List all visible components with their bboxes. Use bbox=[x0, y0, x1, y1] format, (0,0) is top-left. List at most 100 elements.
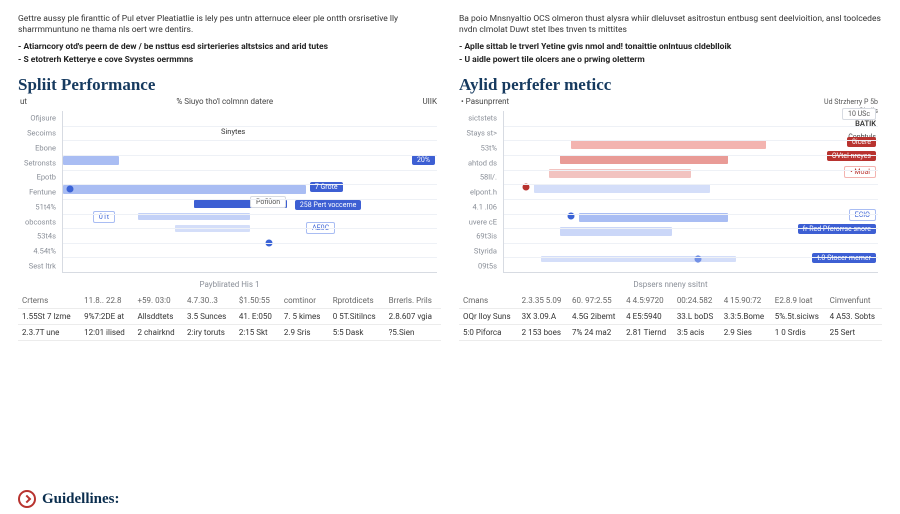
guidelines-row: Guidellines: bbox=[18, 490, 120, 508]
dot-fentune bbox=[67, 186, 74, 193]
y-axis-label: 69t3is bbox=[459, 232, 497, 241]
table-header: +59. 03:0 bbox=[134, 293, 183, 309]
left-chart-title: Spliit Performance bbox=[18, 75, 441, 95]
right-chart: • Pasunprrent Ud Strzherry P 5b Oltylis … bbox=[459, 97, 882, 287]
y-axis-label: 09t5s bbox=[459, 261, 497, 270]
table-cell: 12:01 ilised bbox=[80, 325, 133, 341]
table-cell: 7% 24 ma2 bbox=[568, 325, 622, 341]
tag-ocere: 0icere bbox=[847, 137, 876, 147]
y-axis-label: Ebone bbox=[18, 143, 56, 152]
table-cell: 2:15 Skt bbox=[235, 325, 280, 341]
table-header: Cimvenfunt bbox=[826, 293, 882, 309]
right-top-right-1: Ud Strzherry P 5b bbox=[824, 98, 878, 106]
table-header: 00:24.582 bbox=[673, 293, 720, 309]
left-column: Gettre aussy ple firanttic of Pul etver … bbox=[18, 14, 441, 341]
right-chart-title: Aylid perfefer meticc bbox=[459, 75, 882, 95]
table-cell: 0 5T.Sitilncs bbox=[329, 309, 385, 325]
table-cell: 5:0 Piforca bbox=[459, 325, 518, 341]
tag-vtel: OVtel nreyes bbox=[827, 151, 876, 161]
table-cell: 4.5G 2ibemt bbox=[568, 309, 622, 325]
y-axis-label: 51t4% bbox=[18, 202, 56, 211]
table-cell: 2 chairknd bbox=[134, 325, 183, 341]
table-row: 1.55St 7 lzme9%7:2DE atAllsddtets3.5 Sun… bbox=[18, 309, 441, 325]
right-table: Cmans2.3.35 5.0960. 97:2.554 4.5:972000:… bbox=[459, 293, 882, 341]
y-axis-label: 58ll/. bbox=[459, 173, 497, 182]
left-intro-text: Gettre aussy ple firanttic of Pul etver … bbox=[18, 14, 441, 36]
left-table: Crterns11.8.. 22.8+59. 03:04.7.30..3$1.5… bbox=[18, 293, 441, 341]
table-header: Crterns bbox=[18, 293, 80, 309]
bar-setronsts bbox=[63, 156, 119, 165]
table-header: $1.50:55 bbox=[235, 293, 280, 309]
table-cell: 5%.5t.siciws bbox=[771, 309, 826, 325]
right-bullet-2: - U aidle powert tile olcers ane o prwin… bbox=[459, 55, 882, 65]
table-cell: 2.3.7T une bbox=[18, 325, 80, 341]
table-row: 2.3.7T une12:01 ilised2 chairknd2:iry to… bbox=[18, 325, 441, 341]
table-row: 5:0 Piforca2 153 boes7% 24 ma22.81 Tiern… bbox=[459, 325, 882, 341]
table-cell: 1.55St 7 lzme bbox=[18, 309, 80, 325]
table-header: 4 4.5:9720 bbox=[622, 293, 673, 309]
tag-moal: • Moal bbox=[844, 166, 876, 178]
table-cell: 2 153 boes bbox=[518, 325, 568, 341]
table-cell: ?5.Sien bbox=[385, 325, 441, 341]
table-header: Brrerls. Prils bbox=[385, 293, 441, 309]
left-top-left-label: ut bbox=[20, 97, 27, 106]
y-axis-label: obcosnts bbox=[18, 217, 56, 226]
table-cell: 3.3:5.Bome bbox=[720, 309, 771, 325]
table-cell: 3.5 Sunces bbox=[183, 309, 235, 325]
right-column: Ba poio Mnsnyaltio OCS olmeron thust aly… bbox=[459, 14, 882, 341]
y-axis-label: 4.54t% bbox=[18, 247, 56, 256]
table-cell: OQr lloy Suns bbox=[459, 309, 518, 325]
left-subtitle: % Siuyo tho'l colmnn datere bbox=[176, 97, 273, 106]
left-y-labels: OfijsureSecoimsEboneSetronstsEpotbFentun… bbox=[18, 111, 60, 273]
table-header: E2.8.9 loat bbox=[771, 293, 826, 309]
y-axis-label: Stays st> bbox=[459, 129, 497, 138]
table-cell: 2:iry toruts bbox=[183, 325, 235, 341]
page: Gettre aussy ple firanttic of Pul etver … bbox=[0, 0, 900, 514]
y-axis-label: ahtod ds bbox=[459, 158, 497, 167]
right-x-label: Dspsers nneny ssitnt bbox=[633, 280, 707, 289]
tag-usc: 10 USc bbox=[842, 108, 876, 120]
right-plot-area: 10 USc 0icere OVtel nreyes • Moal ECIO f… bbox=[503, 111, 878, 273]
table-cell: 5:5 Dask bbox=[329, 325, 385, 341]
table-row: OQr lloy Suns3X 3.09.A4.5G 2ibemt4 E5:59… bbox=[459, 309, 882, 325]
tag-eoio: ECIO bbox=[849, 209, 876, 221]
bar-fentune bbox=[63, 185, 306, 194]
table-cell: Allsddtets bbox=[134, 309, 183, 325]
table-header: 2.3.35 5.09 bbox=[518, 293, 568, 309]
left-chart: ut % Siuyo tho'l colmnn datere UIIK Siny… bbox=[18, 97, 441, 287]
table-header: Rprotdicets bbox=[329, 293, 385, 309]
y-axis-label: Sest ltrk bbox=[18, 261, 56, 270]
left-x-label: Payblirated His 1 bbox=[200, 280, 260, 289]
right-bullet-1: - Aplle sittab le trverl Yetine gvis nmo… bbox=[459, 42, 882, 52]
y-axis-label: 53t4s bbox=[18, 232, 56, 241]
table-cell: 1 0 Srdis bbox=[771, 325, 826, 341]
y-axis-label: Setronsts bbox=[18, 158, 56, 167]
table-header: Cmans bbox=[459, 293, 518, 309]
y-axis-label: sictstets bbox=[459, 114, 497, 123]
table-cell: 3:5 acis bbox=[673, 325, 720, 341]
table-cell: 2.8.607 vgia bbox=[385, 309, 441, 325]
table-header: 60. 97:2.55 bbox=[568, 293, 622, 309]
table-cell: 25 Sert bbox=[826, 325, 882, 341]
table-cell: 41. E:050 bbox=[235, 309, 280, 325]
table-cell: 9%7:2DE at bbox=[80, 309, 133, 325]
table-cell: 2.9 Sies bbox=[720, 325, 771, 341]
table-cell: 4 A53. Sobts bbox=[826, 309, 882, 325]
table-cell: 3X 3.09.A bbox=[518, 309, 568, 325]
y-axis-label: Epotb bbox=[18, 173, 56, 182]
left-top-right-label: UIIK bbox=[422, 97, 437, 106]
table-header: comtinor bbox=[280, 293, 329, 309]
y-axis-label: 53t% bbox=[459, 143, 497, 152]
arrow-circle-icon bbox=[18, 490, 36, 508]
left-plot-area: 20% 7 Grote Pofl0on 258 Pert vocceme 01t… bbox=[62, 111, 437, 273]
y-axis-label: Styrida bbox=[459, 247, 497, 256]
table-cell: 2.81 Tiernd bbox=[622, 325, 673, 341]
right-y-labels: sictstetsStays st>53t%ahtod ds58ll/.elpo… bbox=[459, 111, 501, 273]
bar-53t bbox=[571, 140, 765, 149]
table-header: 4 15.90:72 bbox=[720, 293, 771, 309]
y-axis-label: Secoims bbox=[18, 129, 56, 138]
right-intro-text: Ba poio Mnsnyaltio OCS olmeron thust aly… bbox=[459, 14, 882, 36]
table-cell: 33.L boDS bbox=[673, 309, 720, 325]
two-columns: Gettre aussy ple firanttic of Pul etver … bbox=[18, 14, 882, 341]
table-header: 4.7.30..3 bbox=[183, 293, 235, 309]
